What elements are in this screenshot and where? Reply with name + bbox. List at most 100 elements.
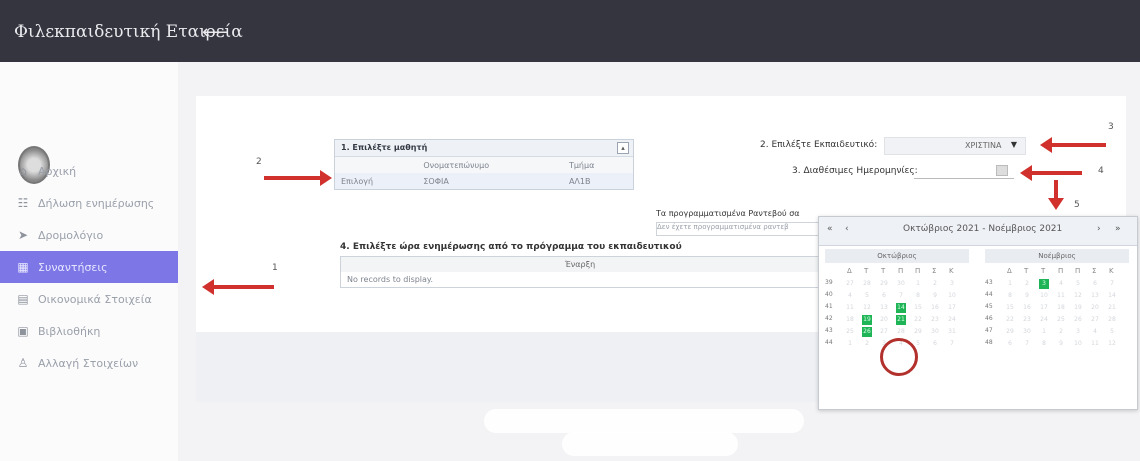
calendar-day[interactable]: 23: [930, 315, 940, 325]
calendar-day[interactable]: 24: [1039, 315, 1049, 325]
arrow-left-toggle-icon[interactable]: ⟵: [202, 22, 228, 43]
calendar-day[interactable]: 20: [879, 315, 889, 325]
calendar-day[interactable]: 2: [930, 279, 940, 289]
next-year-icon[interactable]: »: [1115, 224, 1121, 234]
calendar-day[interactable]: 12: [1073, 291, 1083, 301]
date-picker[interactable]: « ‹ Οκτώβριος 2021 - Νοέμβριος 2021 › » …: [818, 216, 1138, 410]
calendar-day[interactable]: 27: [845, 279, 855, 289]
calendar-day[interactable]: 15: [913, 303, 923, 313]
calendar-day[interactable]: 30: [896, 279, 906, 289]
calendar-day[interactable]: 3: [1073, 327, 1083, 337]
calendar-day[interactable]: 12: [1107, 339, 1117, 349]
calendar-day[interactable]: 5: [1073, 279, 1083, 289]
calendar-day[interactable]: 13: [1090, 291, 1100, 301]
calendar-day[interactable]: 22: [1005, 315, 1015, 325]
next-month-icon[interactable]: ›: [1097, 224, 1101, 234]
calendar-day[interactable]: 16: [930, 303, 940, 313]
calendar-day[interactable]: 10: [1039, 291, 1049, 301]
calendar-day[interactable]: 7: [947, 339, 957, 349]
calendar-day[interactable]: 3: [947, 279, 957, 289]
calendar-day[interactable]: 28: [896, 327, 906, 337]
calendar-icon[interactable]: [996, 165, 1008, 176]
calendar-day[interactable]: 11: [845, 303, 855, 313]
collapse-icon[interactable]: ▴: [617, 142, 629, 154]
calendar-day[interactable]: 6: [879, 291, 889, 301]
calendar-day[interactable]: 2: [1056, 327, 1066, 337]
calendar-day[interactable]: 11: [1090, 339, 1100, 349]
calendar-day[interactable]: 1: [845, 339, 855, 349]
calendar-day[interactable]: 18: [845, 315, 855, 325]
calendar-day[interactable]: 19: [1073, 303, 1083, 313]
calendar-day[interactable]: 1: [913, 279, 923, 289]
calendar-day[interactable]: 21: [1107, 303, 1117, 313]
sidebar-item[interactable]: ▣ Βιβλιοθήκη: [0, 315, 178, 347]
calendar-day[interactable]: 7: [1107, 279, 1117, 289]
calendar-day[interactable]: 6: [1005, 339, 1015, 349]
calendar-day[interactable]: 26: [1073, 315, 1083, 325]
calendar-day[interactable]: 7: [1022, 339, 1032, 349]
calendar-day[interactable]: 25: [1056, 315, 1066, 325]
calendar-day[interactable]: 21: [896, 315, 906, 325]
calendar-day[interactable]: 4: [845, 291, 855, 301]
calendar-day[interactable]: 1: [1005, 279, 1015, 289]
calendar-day[interactable]: 29: [913, 327, 923, 337]
calendar-day[interactable]: 31: [947, 327, 957, 337]
calendar-day[interactable]: 28: [1107, 315, 1117, 325]
calendar-day[interactable]: 3: [1039, 279, 1049, 289]
calendar-day[interactable]: 24: [947, 315, 957, 325]
calendar-day[interactable]: 29: [879, 279, 889, 289]
calendar-day[interactable]: 1: [1039, 327, 1049, 337]
sidebar-item[interactable]: ⌂ Αρχική: [0, 155, 178, 187]
calendar-day[interactable]: 15: [1005, 303, 1015, 313]
calendar-day[interactable]: 2: [862, 339, 872, 349]
calendar-day[interactable]: 4: [1056, 279, 1066, 289]
calendar-day[interactable]: 13: [879, 303, 889, 313]
sidebar-item[interactable]: ➤ Δρομολόγιο: [0, 219, 178, 251]
calendar-day[interactable]: 16: [1022, 303, 1032, 313]
table-row[interactable]: Επιλογή ΣΟΦΙΑ ΑΛ1Β: [335, 173, 633, 189]
calendar-day[interactable]: 4: [1090, 327, 1100, 337]
calendar-day[interactable]: 12: [862, 303, 872, 313]
calendar-day[interactable]: 9: [930, 291, 940, 301]
sidebar-item[interactable]: ☷ Δήλωση ενημέρωσης: [0, 187, 178, 219]
calendar-day[interactable]: 19: [862, 315, 872, 325]
calendar-day[interactable]: 23: [1022, 315, 1032, 325]
teacher-select[interactable]: ΧΡΙΣΤΙΝΑ ▼: [884, 137, 1026, 155]
calendar-day[interactable]: 2: [1022, 279, 1032, 289]
calendar-day[interactable]: 7: [896, 291, 906, 301]
calendar-day[interactable]: 11: [1056, 291, 1066, 301]
select-link[interactable]: Επιλογή: [335, 173, 418, 189]
calendar-day[interactable]: 30: [930, 327, 940, 337]
calendar-day[interactable]: 18: [1056, 303, 1066, 313]
calendar-day[interactable]: 30: [1022, 327, 1032, 337]
calendar-day[interactable]: 8: [1005, 291, 1015, 301]
chevron-down-icon[interactable]: ▼: [1011, 140, 1017, 149]
sidebar-item[interactable]: ♙ Αλλαγή Στοιχείων: [0, 347, 178, 379]
calendar-day[interactable]: 17: [947, 303, 957, 313]
calendar-day[interactable]: 26: [862, 327, 872, 337]
calendar-day[interactable]: 8: [1039, 339, 1049, 349]
calendar-day[interactable]: 14: [896, 303, 906, 313]
calendar-day[interactable]: 27: [879, 327, 889, 337]
sidebar-item[interactable]: ▦ Συναντήσεις: [0, 251, 178, 283]
calendar-day[interactable]: 6: [1090, 279, 1100, 289]
calendar-day[interactable]: 17: [1039, 303, 1049, 313]
calendar-day[interactable]: 8: [913, 291, 923, 301]
sidebar-item[interactable]: ▤ Οικονομικά Στοιχεία: [0, 283, 178, 315]
calendar-day[interactable]: 9: [1022, 291, 1032, 301]
prev-month-icon[interactable]: ‹: [845, 224, 849, 234]
calendar-day[interactable]: 29: [1005, 327, 1015, 337]
calendar-day[interactable]: 22: [913, 315, 923, 325]
calendar-day[interactable]: 28: [862, 279, 872, 289]
calendar-day[interactable]: 5: [1107, 327, 1117, 337]
calendar-day[interactable]: 14: [1107, 291, 1117, 301]
calendar-day[interactable]: 10: [947, 291, 957, 301]
calendar-day[interactable]: 5: [862, 291, 872, 301]
prev-year-icon[interactable]: «: [827, 224, 833, 234]
calendar-day[interactable]: 6: [930, 339, 940, 349]
calendar-day[interactable]: 20: [1090, 303, 1100, 313]
calendar-day[interactable]: 25: [845, 327, 855, 337]
available-dates-input[interactable]: [914, 162, 1014, 179]
calendar-day[interactable]: 27: [1090, 315, 1100, 325]
calendar-day[interactable]: 9: [1056, 339, 1066, 349]
